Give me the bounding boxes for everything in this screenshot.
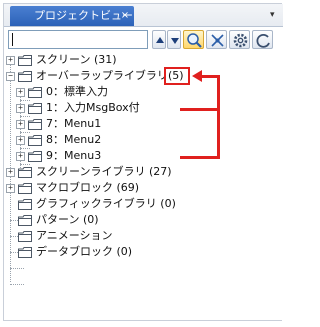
tree-item-label: 0：標準入力 bbox=[46, 85, 108, 98]
up-icon bbox=[156, 37, 164, 43]
tree-item-label: パターン (0) bbox=[36, 213, 99, 226]
tree-item-label: 9：Menu3 bbox=[46, 149, 102, 162]
folder-icon bbox=[18, 183, 32, 194]
annotation-bracket bbox=[217, 75, 220, 159]
annotation-bracket bbox=[180, 156, 220, 159]
close-icon[interactable]: × bbox=[118, 6, 132, 26]
tree-item-data-block[interactable]: データブロック (0) bbox=[4, 244, 204, 260]
down-button[interactable] bbox=[167, 30, 181, 49]
search-icon bbox=[187, 33, 202, 48]
expand-toggle[interactable]: + bbox=[16, 104, 25, 113]
expand-toggle[interactable]: + bbox=[16, 152, 25, 161]
tree-item-label: 8：Menu2 bbox=[46, 133, 102, 146]
tree-item-overlap-0[interactable]: + 0：標準入力 bbox=[4, 84, 184, 100]
down-icon bbox=[171, 38, 179, 44]
tree-item-label: データブロック (0) bbox=[36, 245, 133, 258]
tree-connector bbox=[10, 268, 24, 269]
tab-strip: プロジェクトビュー × ▾ bbox=[4, 4, 283, 27]
folder-icon bbox=[18, 231, 32, 242]
folder-icon bbox=[18, 199, 32, 210]
tree-item-label: グラフィックライブラリ (0) bbox=[36, 197, 176, 210]
tree-item-macro-block[interactable]: + マクロブロック (69) bbox=[4, 180, 204, 196]
annotation-highlight-box bbox=[164, 67, 190, 85]
folder-icon bbox=[28, 103, 42, 114]
folder-icon bbox=[28, 87, 42, 98]
folder-icon bbox=[18, 167, 32, 178]
tree-item-label: 7：Menu1 bbox=[46, 117, 102, 130]
folder-icon bbox=[18, 215, 32, 226]
toolbar bbox=[4, 26, 283, 52]
chevron-down-icon[interactable]: ▾ bbox=[270, 9, 282, 21]
project-view-panel: プロジェクトビュー × ▾ + スクリーン (31) − オーバーラップライブラ… bbox=[3, 3, 283, 322]
expand-toggle[interactable]: + bbox=[16, 120, 25, 129]
collapse-all-button[interactable] bbox=[206, 30, 227, 49]
folder-icon bbox=[28, 151, 42, 162]
folder-icon bbox=[18, 71, 32, 82]
tree-item-screen-library[interactable]: + スクリーンライブラリ (27) bbox=[4, 164, 224, 180]
expand-toggle[interactable]: + bbox=[6, 168, 15, 177]
tree-item-overlap-8[interactable]: + 8：Menu2 bbox=[4, 132, 184, 148]
tab-project-view[interactable]: プロジェクトビュー × bbox=[10, 6, 134, 26]
up-button[interactable] bbox=[152, 30, 166, 49]
expand-toggle[interactable]: + bbox=[16, 88, 25, 97]
expand-toggle[interactable]: + bbox=[6, 184, 15, 193]
tree-item-overlap-7[interactable]: + 7：Menu1 bbox=[4, 116, 184, 132]
refresh-icon bbox=[256, 33, 270, 48]
tree-item-label: アニメーション bbox=[36, 229, 113, 242]
collapse-toggle[interactable]: − bbox=[6, 72, 15, 81]
tree-item-label: 1：入力MsgBox付 bbox=[46, 101, 140, 114]
annotation-bracket bbox=[180, 108, 220, 111]
folder-icon bbox=[18, 247, 32, 258]
folder-icon bbox=[28, 135, 42, 146]
tree-item-overlap-1[interactable]: + 1：入力MsgBox付 bbox=[4, 100, 184, 116]
screenshot-area: プロジェクトビュー × ▾ + スクリーン (31) − オーバーラップライブラ… bbox=[0, 0, 283, 327]
project-tree: + スクリーン (31) − オーバーラップライブラリ (5) + 0：標準入力… bbox=[4, 52, 283, 322]
gear-icon bbox=[233, 33, 248, 48]
tree-item-animation[interactable]: アニメーション bbox=[4, 228, 204, 244]
tree-item-graphic-library[interactable]: グラフィックライブラリ (0) bbox=[4, 196, 224, 212]
tree-item-label: マクロブロック (69) bbox=[36, 181, 140, 194]
tree-item-label: スクリーンライブラリ (27) bbox=[36, 165, 172, 178]
settings-button[interactable] bbox=[229, 30, 250, 49]
tree-item-overlap-9[interactable]: + 9：Menu3 bbox=[4, 148, 184, 164]
refresh-button[interactable] bbox=[252, 30, 273, 49]
text-caret bbox=[12, 33, 13, 46]
expand-toggle[interactable]: + bbox=[6, 56, 15, 65]
search-button[interactable] bbox=[183, 30, 204, 49]
expand-toggle[interactable]: + bbox=[16, 136, 25, 145]
tree-item-label: スクリーン (31) bbox=[36, 53, 117, 66]
tree-item-label: オーバーラップライブラリ bbox=[36, 69, 168, 82]
search-input[interactable] bbox=[8, 30, 148, 49]
tree-item-pattern[interactable]: パターン (0) bbox=[4, 212, 204, 228]
folder-icon bbox=[28, 119, 42, 130]
tree-connector bbox=[10, 284, 24, 285]
folder-icon bbox=[18, 55, 32, 66]
collapse-icon bbox=[211, 34, 224, 47]
tree-item-screen[interactable]: + スクリーン (31) bbox=[4, 52, 204, 68]
